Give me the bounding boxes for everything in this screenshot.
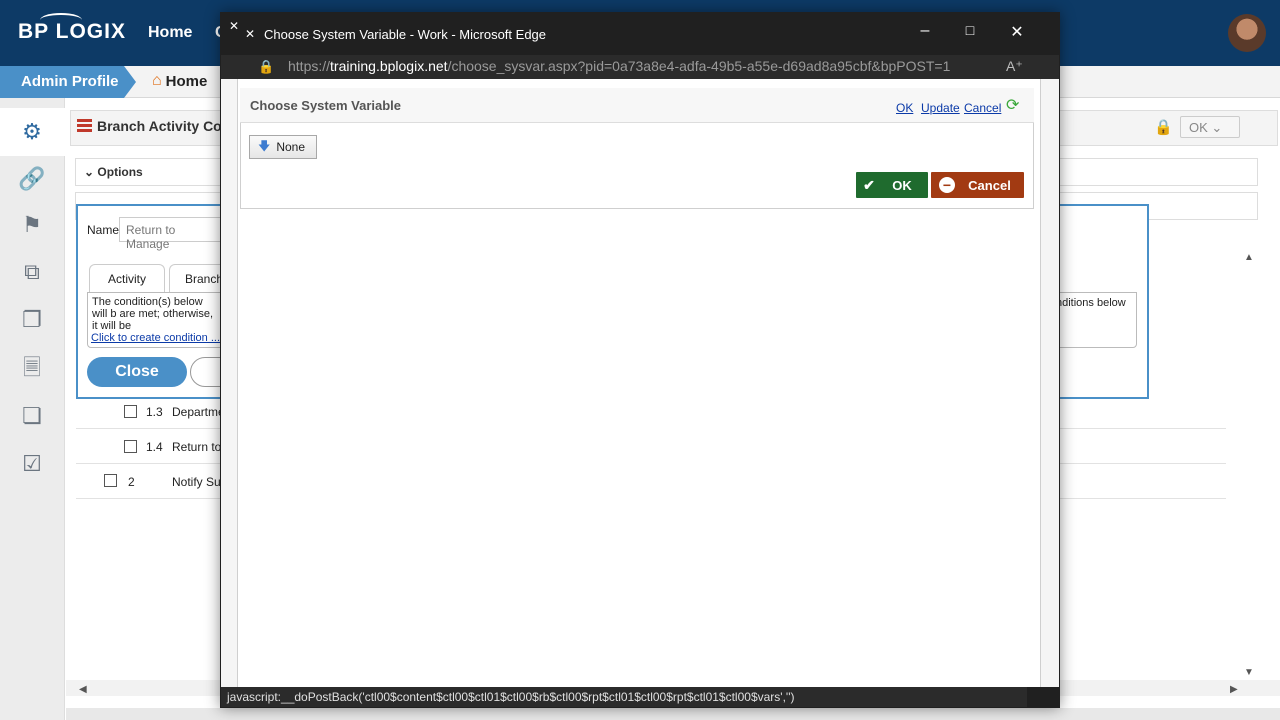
name-label: Name [87, 223, 120, 237]
options-toggle[interactable]: ⌄ Options [84, 165, 143, 179]
scroll-left-icon[interactable]: ◀ [79, 684, 87, 695]
minimize-icon[interactable]: – [915, 22, 935, 40]
breadcrumb-home-label: Home [165, 72, 208, 90]
condition-text: The condition(s) below will b are met; o… [92, 296, 214, 332]
checkmark-icon: ✔ [863, 176, 875, 193]
home-icon: ⌂ [152, 72, 162, 89]
breadcrumb-admin-profile[interactable]: Admin Profile [0, 66, 136, 98]
chevron-down-icon: ⌄ [84, 165, 95, 179]
read-aloud-icon[interactable]: A⁺ [1006, 58, 1023, 75]
header-ok-link[interactable]: OK [896, 101, 913, 115]
popup-right-gutter [1040, 79, 1059, 687]
bottom-strip [66, 708, 1280, 720]
ok-button[interactable]: ✔ OK [856, 172, 928, 198]
cancel-label: Cancel [968, 177, 1011, 193]
ok-label: OK [892, 177, 912, 193]
row-number: 1.3 [146, 405, 163, 419]
breadcrumb-home[interactable]: ⌂ Home [152, 72, 207, 90]
none-label: None [276, 140, 306, 154]
lock-icon[interactable]: 🔒 [1154, 118, 1173, 136]
scroll-up-icon[interactable]: ▲ [1244, 252, 1254, 263]
popup-window-title: Choose System Variable - Work - Microsof… [264, 27, 547, 42]
arrow-down-icon: 🡇 [258, 138, 271, 153]
refresh-icon[interactable]: ⟳ [1006, 95, 1019, 115]
url-text[interactable]: https://training.bplogix.net/choose_sysv… [288, 58, 950, 74]
row-label: Return to [172, 440, 222, 454]
scroll-right-icon[interactable]: ▶ [1230, 684, 1238, 695]
link-icon[interactable]: 🔗 [18, 165, 46, 193]
workflow-icon[interactable]: ⧉ [18, 258, 46, 286]
row-checkbox[interactable] [124, 440, 137, 453]
nav-home[interactable]: Home [148, 24, 192, 42]
status-bar: javascript:__doPostBack('ctl00$content$c… [221, 687, 1027, 707]
row-checkbox[interactable] [124, 405, 137, 418]
condition-text-right: nditions below [1056, 297, 1126, 309]
row-number: 2 [128, 475, 135, 489]
edge-back-icon: ✕ [229, 19, 240, 33]
header-cancel-link[interactable]: Cancel [964, 101, 1001, 115]
header-update-link[interactable]: Update [921, 101, 960, 115]
checklist-icon[interactable]: ☑ [18, 450, 46, 478]
tab-activity[interactable]: Activity [89, 264, 165, 292]
panel-title: Branch Activity Con [97, 118, 231, 134]
minus-circle-icon: − [939, 177, 955, 193]
close-button[interactable]: Close [87, 357, 187, 387]
chevron-down-icon: ⌄ [1211, 120, 1223, 135]
copy-windows-icon[interactable]: ❐ [18, 306, 46, 334]
scroll-down-icon[interactable]: ▼ [1244, 667, 1254, 678]
popup-left-gutter [221, 79, 238, 687]
edge-app-icon: ✕ [245, 27, 256, 41]
branch-activity-icon [77, 119, 92, 132]
none-button[interactable]: 🡇 None [249, 135, 317, 159]
cancel-button[interactable]: − Cancel [931, 172, 1024, 198]
row-checkbox[interactable] [104, 474, 117, 487]
close-window-icon[interactable]: ✕ [1007, 22, 1027, 42]
row-number: 1.4 [146, 440, 163, 454]
gears-icon[interactable]: ⚙ [18, 118, 46, 146]
name-input[interactable]: Return to Manage [119, 217, 229, 251]
dialog-title: Choose System Variable [250, 98, 402, 113]
user-avatar[interactable] [1228, 14, 1266, 52]
padlock-icon[interactable]: 🔒 [258, 59, 274, 75]
documents-icon[interactable]: ❏ [18, 402, 46, 430]
bp-logix-logo[interactable]: BP LOGIX [18, 13, 126, 44]
create-condition-link[interactable]: Click to create condition ... [91, 332, 220, 344]
maximize-icon[interactable]: □ [960, 22, 980, 38]
ok-dropdown[interactable]: OK ⌄ [1180, 116, 1240, 138]
flag-icon[interactable]: ⚑ [18, 211, 46, 239]
secure-document-icon[interactable]: 🗏 [18, 354, 46, 382]
